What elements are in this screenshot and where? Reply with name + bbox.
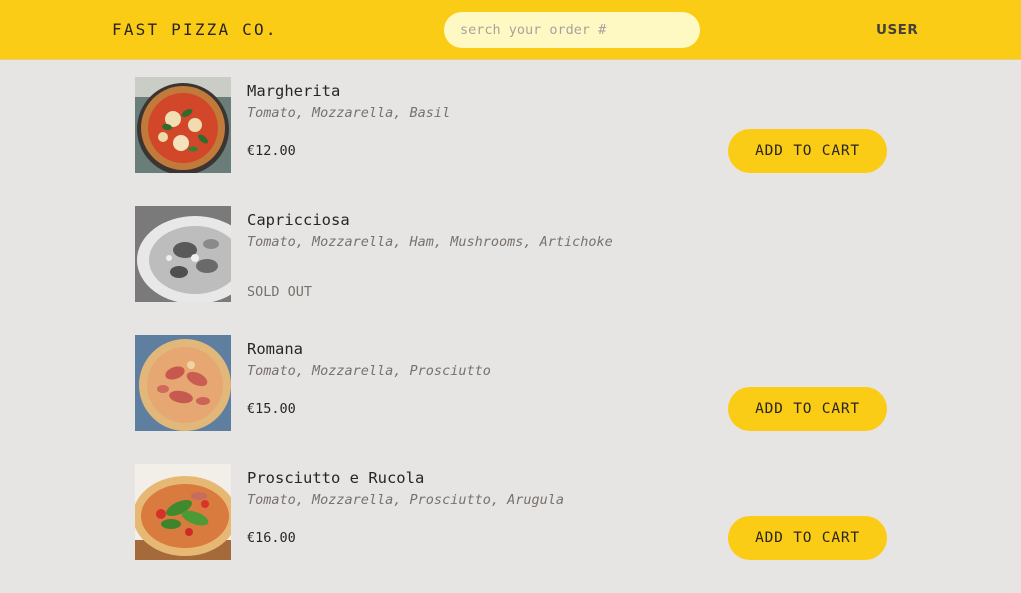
menu-item: Capricciosa Tomato, Mozzarella, Ham, Mus…: [135, 206, 887, 302]
pizza-menu-list: Margherita Tomato, Mozzarella, Basil €12…: [135, 77, 887, 593]
pizza-name: Margherita: [247, 82, 341, 100]
menu-item: Romana Tomato, Mozzarella, Prosciutto €1…: [135, 335, 887, 431]
sold-out-label: SOLD OUT: [247, 284, 313, 300]
username-label: USER: [876, 22, 919, 38]
brand-logo-link[interactable]: FAST PIZZA CO.: [112, 20, 278, 39]
pizza-ingredients: Tomato, Mozzarella, Ham, Mushrooms, Arti…: [247, 234, 613, 250]
pizza-price: €12.00: [247, 143, 296, 159]
add-to-cart-button[interactable]: ADD TO CART: [728, 129, 887, 173]
menu-item: Prosciutto e Rucola Tomato, Mozzarella, …: [135, 464, 887, 560]
pizza-image: [135, 206, 231, 302]
pizza-image: [135, 335, 231, 431]
search-order-input[interactable]: [444, 12, 700, 48]
menu-item: Margherita Tomato, Mozzarella, Basil €12…: [135, 77, 887, 173]
pizza-name: Romana: [247, 340, 303, 358]
pizza-price: €16.00: [247, 530, 296, 546]
pizza-ingredients: Tomato, Mozzarella, Basil: [247, 105, 451, 121]
pizza-price: €15.00: [247, 401, 296, 417]
pizza-name: Capricciosa: [247, 211, 350, 229]
pizza-ingredients: Tomato, Mozzarella, Prosciutto, Arugula: [247, 492, 564, 508]
pizza-image: [135, 464, 231, 560]
pizza-ingredients: Tomato, Mozzarella, Prosciutto: [247, 363, 491, 379]
pizza-name: Prosciutto e Rucola: [247, 469, 425, 487]
app-header: FAST PIZZA CO. USER: [0, 0, 1021, 60]
add-to-cart-button[interactable]: ADD TO CART: [728, 387, 887, 431]
add-to-cart-button[interactable]: ADD TO CART: [728, 516, 887, 560]
pizza-image: [135, 77, 231, 173]
